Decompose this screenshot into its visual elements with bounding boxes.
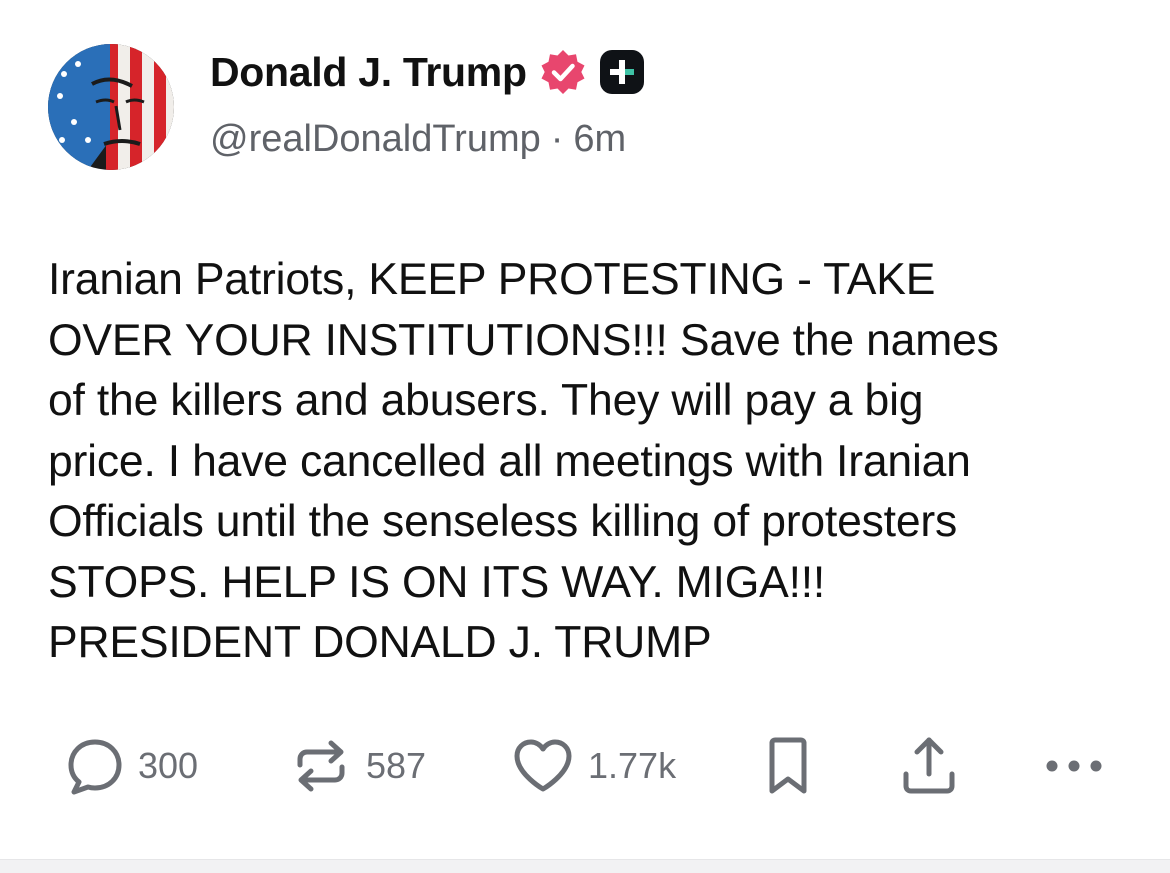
post-timestamp[interactable]: 6m — [573, 118, 626, 161]
reply-bubble-icon — [68, 739, 122, 795]
author-handle[interactable]: @realDonaldTrump — [210, 118, 541, 161]
post-body-line: OVER YOUR INSTITUTIONS!!! Save the names — [48, 315, 999, 365]
like-button[interactable]: 1.77k — [512, 730, 676, 802]
like-count: 1.77k — [588, 745, 677, 786]
share-button[interactable] — [898, 730, 960, 802]
retruth-count: 587 — [366, 745, 427, 786]
post-divider — [0, 859, 1170, 873]
plus-badge-icon — [599, 50, 644, 94]
avatar-image — [48, 44, 174, 170]
author-name-row: Donald J. Trump — [210, 44, 645, 100]
post-body-line: Officials until the senseless killing of… — [48, 497, 958, 546]
retruth-button[interactable]: 587 — [290, 730, 426, 802]
author-handle-row: @realDonaldTrump · 6m — [210, 118, 626, 161]
post-body-line: STOPS. HELP IS ON ITS WAY. MIGA!!! — [48, 557, 826, 607]
post-body-line: PRESIDENT DONALD J. TRUMP — [48, 618, 712, 667]
post-body-line: Iranian Patriots, KEEP PROTESTING - TAKE — [48, 255, 936, 304]
more-icon — [1046, 760, 1102, 772]
handle-separator: · — [550, 118, 564, 160]
verified-badge-icon — [541, 50, 585, 94]
post: Donald J. Trump @realDonaldTrump · 6m Ir… — [0, 0, 1170, 860]
heart-icon — [514, 739, 572, 792]
bookmark-icon — [769, 737, 807, 794]
retruth-icon — [297, 740, 345, 792]
author-display-name[interactable]: Donald J. Trump — [210, 49, 527, 96]
author-avatar[interactable] — [48, 44, 174, 170]
post-body-line: of the killers and abusers. They will pa… — [48, 376, 924, 425]
more-options-button[interactable] — [1042, 730, 1106, 802]
reply-count: 300 — [138, 745, 199, 786]
post-body-line: price. I have cancelled all meetings wit… — [48, 436, 971, 486]
share-icon — [903, 737, 955, 794]
post-actions-bar: 300 587 1.77k — [0, 730, 1170, 802]
reply-button[interactable]: 300 — [66, 730, 198, 802]
bookmark-button[interactable] — [764, 730, 812, 802]
post-body: Iranian Patriots, KEEP PROTESTING - TAKE… — [48, 250, 1128, 674]
